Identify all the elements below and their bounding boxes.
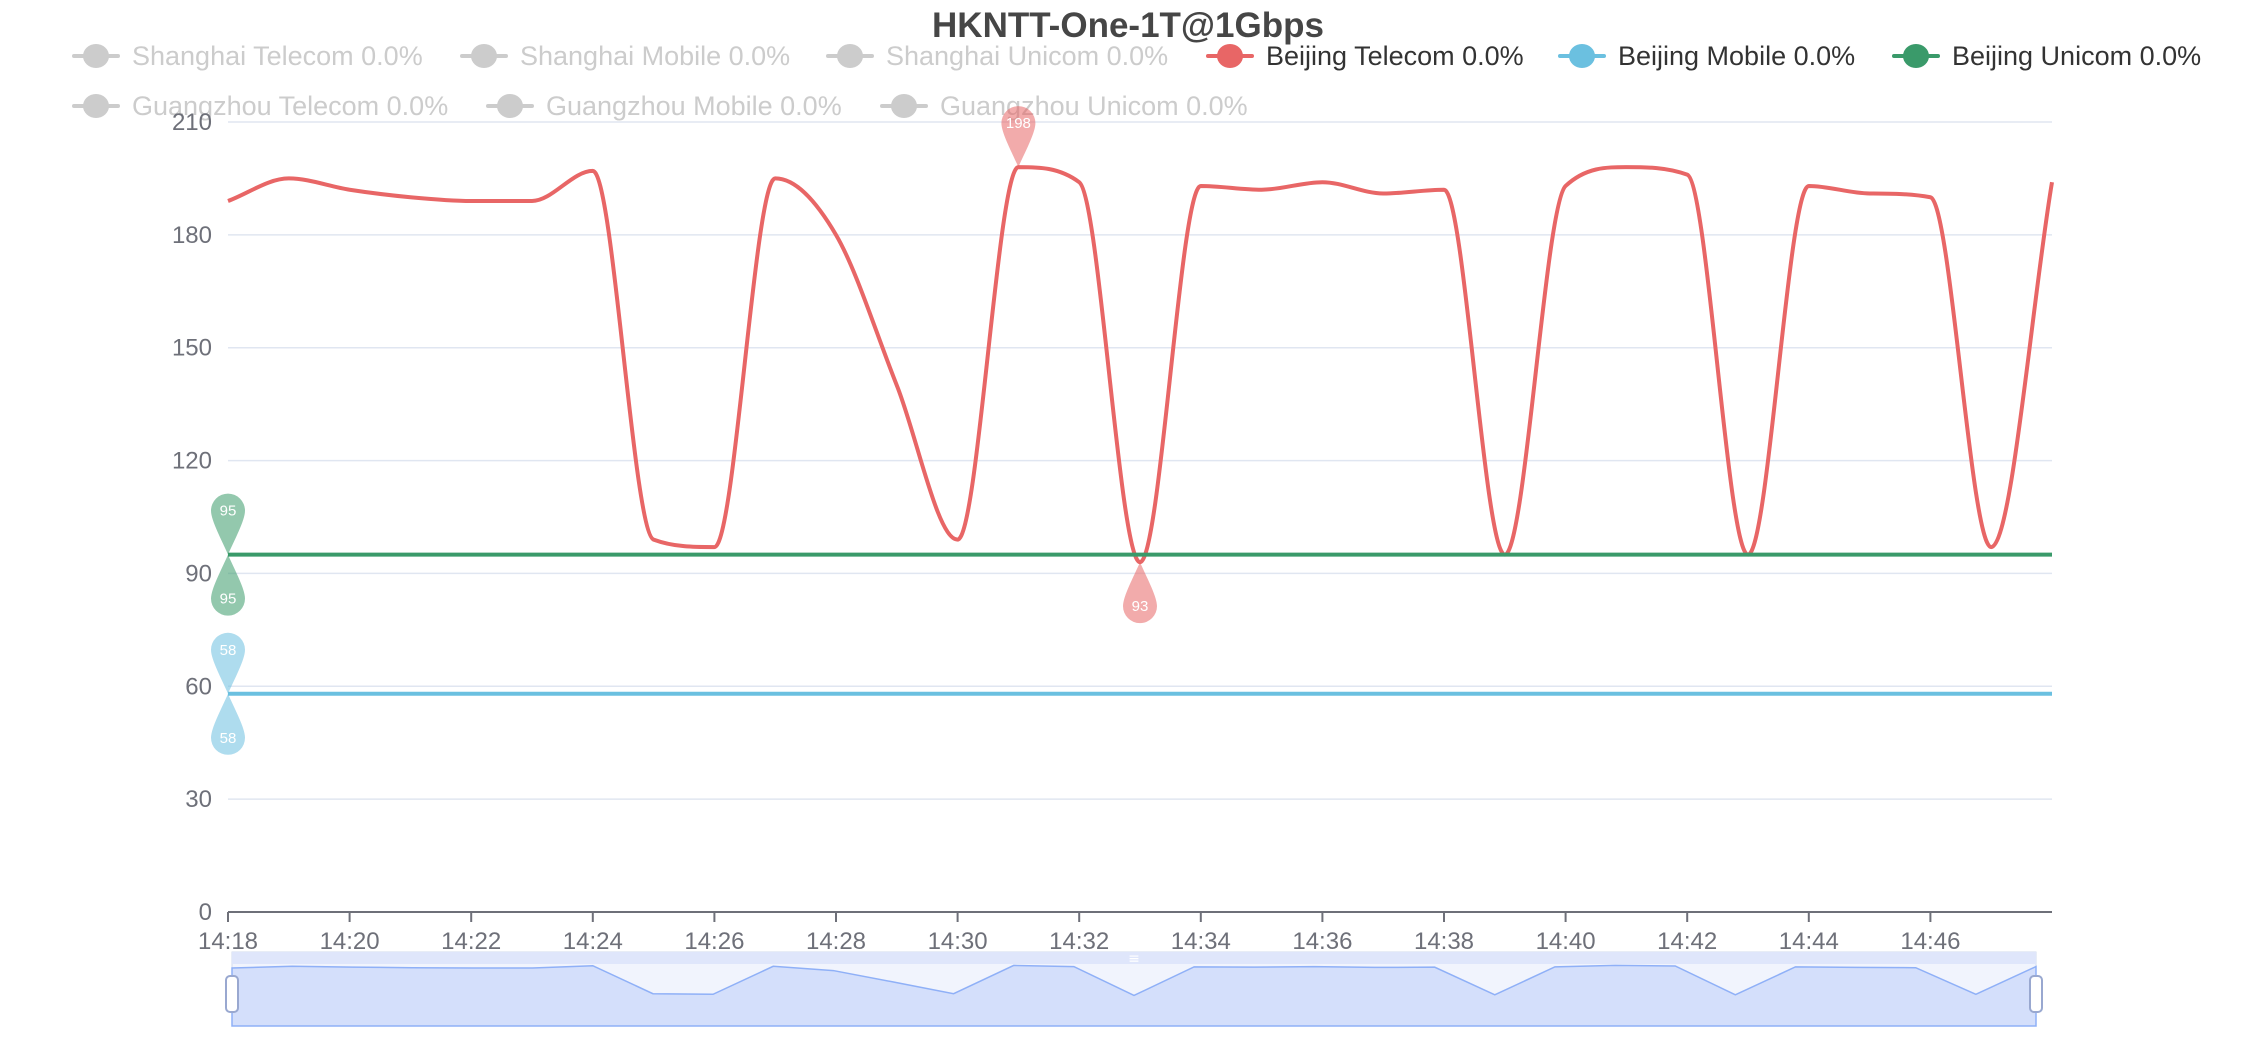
y-tick-label: 60: [185, 673, 212, 700]
zoom-grip-icon: ≡: [1128, 951, 1140, 967]
series-line: [227, 165, 2054, 565]
x-tick-label: 14:22: [441, 928, 501, 955]
marker-label: 58: [220, 730, 237, 747]
marker-label: 95: [220, 591, 237, 608]
x-tick-label: 14:34: [1171, 928, 1231, 955]
x-tick-label: 14:18: [198, 928, 258, 955]
x-tick-label: 14:38: [1414, 928, 1474, 955]
x-tick-label: 14:26: [684, 928, 744, 955]
x-tick-label: 14:40: [1536, 928, 1596, 955]
y-tick-label: 150: [172, 335, 212, 362]
marker-label: 95: [220, 503, 237, 520]
x-tick-label: 14:30: [928, 928, 988, 955]
x-tick-label: 14:24: [563, 928, 623, 955]
x-tick-label: 14:46: [1900, 928, 1960, 955]
y-tick-label: 30: [185, 786, 212, 813]
y-tick-label: 120: [172, 448, 212, 475]
marker-pin: 58: [211, 693, 245, 755]
marker-pin: 93: [1123, 562, 1157, 624]
x-tick-label: 14:32: [1049, 928, 1109, 955]
marker-pin: 95: [211, 554, 245, 616]
zoom-right-handle[interactable]: [2029, 975, 2043, 1013]
x-tick-label: 14:20: [320, 928, 380, 955]
x-tick-label: 14:36: [1292, 928, 1352, 955]
marker-pin: 95: [211, 493, 245, 555]
marker-pin: 58: [211, 632, 245, 694]
zoom-left-handle[interactable]: [225, 975, 239, 1013]
marker-label: 93: [1132, 598, 1149, 615]
marker-label: 58: [220, 642, 237, 659]
marker-pin: 198: [1001, 106, 1036, 168]
y-tick-label: 0: [199, 899, 212, 926]
x-tick-label: 14:44: [1779, 928, 1839, 955]
x-tick-label: 14:42: [1657, 928, 1717, 955]
marker-label: 198: [1006, 115, 1031, 132]
y-tick-label: 210: [172, 109, 212, 136]
y-tick-label: 90: [185, 560, 212, 587]
line-chart: 0 30 60 90 120 150 180 210 14:18 14:20 14:22 14:24 1…: [172, 106, 2054, 1027]
y-tick-label: 180: [172, 222, 212, 249]
x-tick-label: 14:28: [806, 928, 866, 955]
